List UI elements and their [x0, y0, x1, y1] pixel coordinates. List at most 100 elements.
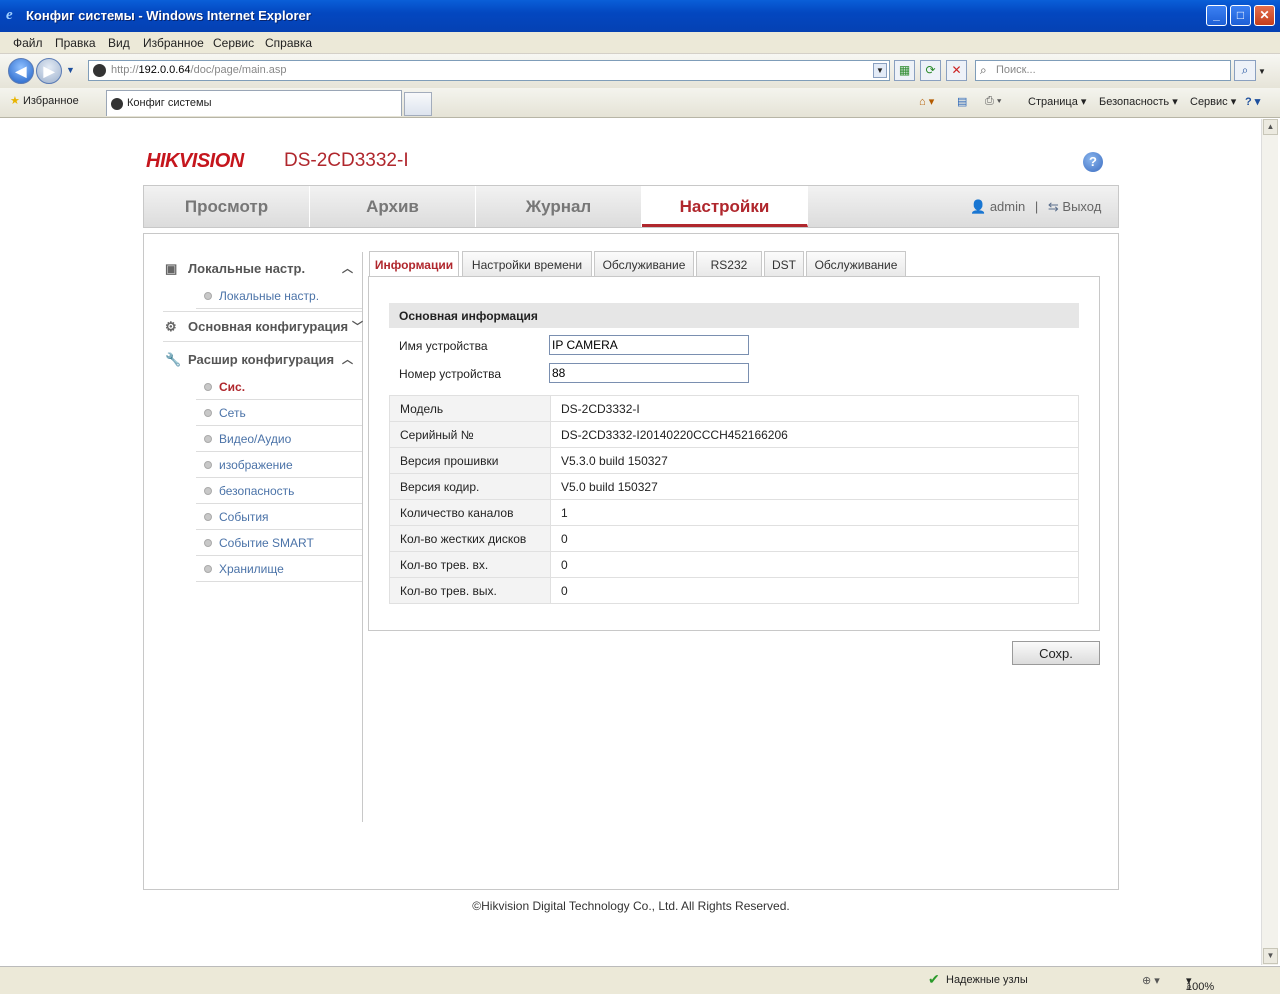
info-value: V5.0 build 150327 — [550, 473, 1079, 500]
device-name-label: Имя устройства — [399, 339, 488, 353]
address-bar[interactable]: http://192.0.0.64/doc/page/main.asp ▼ — [88, 60, 890, 81]
info-label: Версия кодир. — [389, 473, 551, 500]
tools-menu[interactable]: Сервис ▾ — [1190, 95, 1236, 108]
address-dropdown-icon[interactable]: ▼ — [873, 63, 887, 78]
search-input[interactable]: ⌕ Поиск... — [975, 60, 1231, 81]
menu-bar: Файл Правка Вид Избранное Сервис Справка — [0, 32, 1280, 54]
sidebar-item-network[interactable]: Сеть — [196, 400, 362, 426]
device-number-input[interactable] — [549, 363, 749, 383]
sidebar: ▣ Локальные настр. ︿ Локальные настр. ⚙ … — [163, 252, 363, 822]
back-button[interactable]: ◀ — [8, 58, 34, 84]
subtab-info[interactable]: Информации — [369, 251, 459, 278]
security-menu[interactable]: Безопасность ▾ — [1099, 95, 1178, 108]
sidebar-item-smart-event[interactable]: Событие SMART — [196, 530, 362, 556]
sidebar-item-image[interactable]: изображение — [196, 452, 362, 478]
search-button[interactable]: ⌕ — [1234, 60, 1256, 81]
protected-mode-icon[interactable]: ⊕ ▾ — [1142, 974, 1160, 987]
compat-view-icon[interactable]: ▦ — [894, 60, 915, 81]
scroll-down-icon[interactable]: ▼ — [1263, 948, 1278, 964]
tab-log[interactable]: Журнал — [476, 186, 642, 227]
ie-icon: e — [6, 7, 13, 23]
device-info-table: Модель DS-2CD3332-I Серийный № DS-2CD3332-I… — [389, 395, 1079, 604]
subtab-time-settings[interactable]: Настройки времени — [462, 251, 592, 277]
chevron-down-icon: ﹀ — [352, 321, 363, 333]
home-icon[interactable]: ⌂ ▾ — [919, 95, 934, 108]
page-menu[interactable]: Страница ▾ — [1028, 95, 1086, 108]
table-row: Кол-во трев. вх. 0 — [389, 551, 1079, 578]
menu-help[interactable]: Справка — [265, 36, 312, 50]
bullet-icon — [204, 292, 212, 300]
info-label: Кол-во трев. вых. — [389, 577, 551, 604]
bullet-icon — [204, 435, 212, 443]
favorites-button[interactable]: ★ Избранное — [10, 94, 79, 107]
logout-link[interactable]: ⇆ Выход — [1048, 199, 1101, 214]
table-row: Кол-во жестких дисков 0 — [389, 525, 1079, 552]
favorites-bar: ★ Избранное Конфиг системы ⌂ ▾ ▤ ⎙ ▾ Стр… — [0, 88, 1280, 118]
info-value: 0 — [550, 577, 1079, 604]
tab-live-view[interactable]: Просмотр — [144, 186, 310, 227]
scroll-up-icon[interactable]: ▲ — [1263, 119, 1278, 135]
username: admin — [989, 199, 1026, 214]
feeds-icon[interactable]: ▤ — [957, 95, 967, 108]
info-value: 1 — [550, 499, 1079, 526]
info-value: DS-2CD3332-I20140220CCCH452166206 — [550, 421, 1079, 448]
user-area: 👤 admin | ⇆ Выход — [970, 199, 1101, 215]
sidebar-item-system[interactable]: Сис. — [196, 374, 362, 400]
sidebar-item-video-audio[interactable]: Видео/Аудио — [196, 426, 362, 452]
menu-view[interactable]: Вид — [108, 36, 130, 50]
bullet-icon — [204, 461, 212, 469]
info-value: DS-2CD3332-I — [550, 395, 1079, 422]
print-icon[interactable]: ⎙ ▾ — [985, 95, 1001, 108]
address-toolbar: ◀ ▶ ▼ http://192.0.0.64/doc/page/main.as… — [0, 54, 1280, 88]
history-dropdown-icon[interactable]: ▼ — [66, 65, 75, 75]
vertical-scrollbar[interactable]: ▲ ▼ — [1261, 119, 1278, 965]
separator: | — [1034, 199, 1039, 214]
stop-icon[interactable]: ✕ — [946, 60, 967, 81]
help-icon[interactable]: ? — [1083, 152, 1103, 172]
bullet-icon — [204, 487, 212, 495]
tab-playback[interactable]: Архив — [310, 186, 476, 227]
info-value: V5.3.0 build 150327 — [550, 447, 1079, 474]
status-bar: ✔ Надежные узлы ⊕ ▾ ⌕ 100% ▾ — [0, 966, 1280, 994]
menu-favorites[interactable]: Избранное — [143, 36, 204, 50]
forward-button[interactable]: ▶ — [36, 58, 62, 84]
window-title: Конфиг системы - Windows Internet Explor… — [26, 8, 311, 23]
search-options-icon[interactable]: ▼ — [1258, 67, 1266, 76]
sidebar-item-storage[interactable]: Хранилище — [196, 556, 362, 582]
star-icon: ★ — [10, 95, 20, 107]
maximize-button[interactable]: □ — [1230, 5, 1251, 26]
main-nav: Просмотр Архив Журнал Настройки 👤 admin … — [143, 185, 1119, 228]
bullet-icon — [204, 383, 212, 391]
help-menu-icon[interactable]: ? ▾ — [1245, 95, 1260, 108]
tab-configuration[interactable]: Настройки — [642, 186, 808, 227]
browser-tab[interactable]: Конфиг системы — [106, 90, 402, 116]
tab-title: Конфиг системы — [127, 97, 212, 109]
sidebar-item-security[interactable]: безопасность — [196, 478, 362, 504]
table-row: Количество каналов 1 — [389, 499, 1079, 526]
check-icon: ✔ — [928, 971, 940, 987]
subtab-maintenance[interactable]: Обслуживание — [594, 251, 694, 277]
chevron-up-icon: ︿ — [342, 354, 353, 366]
save-button[interactable]: Сохр. — [1012, 641, 1100, 665]
monitor-icon: ▣ — [165, 261, 178, 276]
sidebar-item-events[interactable]: События — [196, 504, 362, 530]
menu-tools[interactable]: Сервис — [213, 36, 254, 50]
window-titlebar: e Конфиг системы - Windows Internet Expl… — [0, 0, 1280, 32]
refresh-icon[interactable]: ⟳ — [920, 60, 941, 81]
menu-edit[interactable]: Правка — [55, 36, 96, 50]
tab-favicon — [111, 98, 123, 110]
sidebar-item-local-config[interactable]: Локальные настр. — [196, 283, 362, 309]
menu-file[interactable]: Файл — [13, 36, 43, 50]
wrench-icon: 🔧 — [165, 352, 182, 367]
new-tab-button[interactable] — [404, 92, 432, 116]
device-name-input[interactable] — [549, 335, 749, 355]
subtab-maintenance-2[interactable]: Обслуживание — [806, 251, 906, 277]
subtab-rs232[interactable]: RS232 — [696, 251, 762, 277]
subtab-dst[interactable]: DST — [764, 251, 804, 277]
close-button[interactable]: ✕ — [1254, 5, 1275, 26]
logout-icon: ⇆ — [1047, 199, 1059, 214]
user-icon: 👤 — [970, 199, 987, 214]
info-label: Модель — [389, 395, 551, 422]
minimize-button[interactable]: _ — [1206, 5, 1227, 26]
zoom-control[interactable]: ⌕ 100% ▾ — [1186, 974, 1214, 993]
